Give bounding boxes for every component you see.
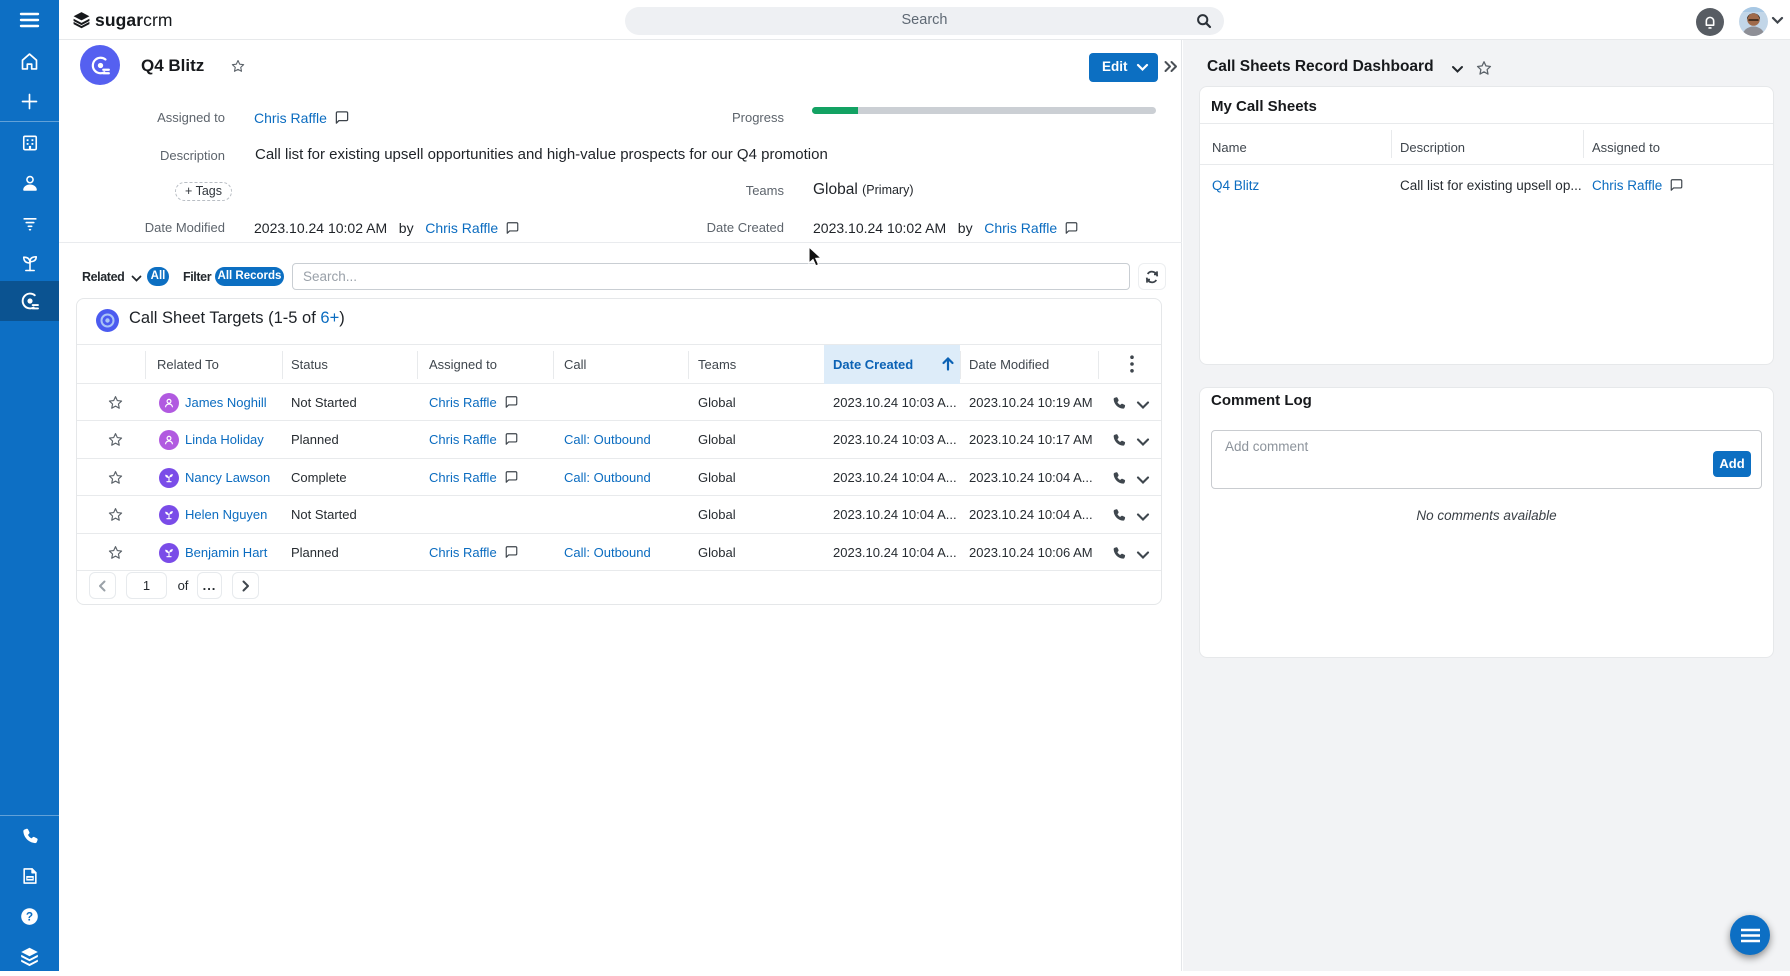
svg-text:?: ? [26,909,33,923]
